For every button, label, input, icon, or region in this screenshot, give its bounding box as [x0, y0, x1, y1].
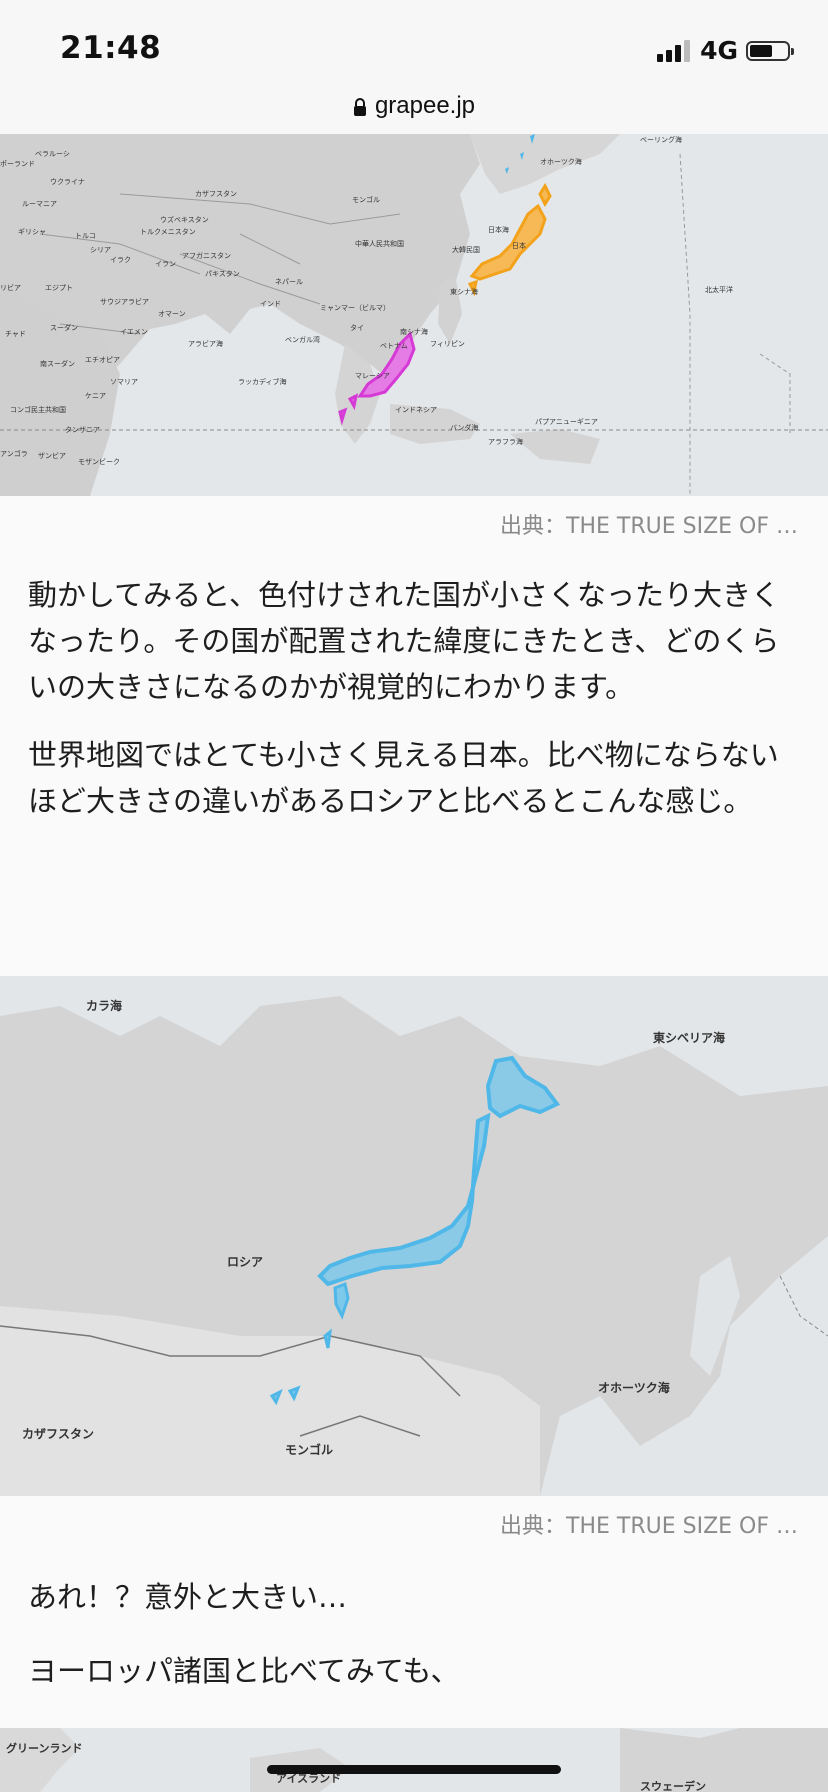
map1-label: チャド	[5, 330, 26, 338]
article-paragraph: あれ！？意外と大きい…	[28, 1580, 348, 1614]
map1-label: アフガニスタン	[182, 251, 231, 260]
map1-label: タイ	[350, 323, 364, 332]
map-image-russia: カラ海 東シベリア海 ロシア オホーツク海 カザフスタン モンゴル	[0, 976, 828, 1496]
map1-label: エジプト	[45, 284, 73, 292]
map1-label: ケニア	[85, 392, 106, 400]
map-image-europe: グリーンランド アイスランド スウェーデン	[0, 1728, 828, 1792]
map1-label: ポーランド	[0, 160, 35, 168]
russia-map-svg: カラ海 東シベリア海 ロシア オホーツク海 カザフスタン モンゴル	[0, 976, 828, 1496]
map1-label: マレーシア	[355, 372, 390, 380]
map1-label: ウズベキスタン	[160, 215, 209, 224]
map1-label: ザンビア	[38, 451, 66, 460]
map1-label: タンザニア	[65, 425, 100, 434]
map1-label: ベンガル湾	[285, 335, 320, 344]
image-credit-row: 出典：THE TRUE SIZE OF …	[0, 1496, 828, 1552]
network-type: 4G	[700, 36, 738, 65]
map1-label: ベーリング海	[640, 135, 682, 144]
map1-label: 中華人民共和国	[355, 239, 404, 248]
map1-label: パプアニューギニア	[535, 418, 598, 426]
map2-label: ロシア	[227, 1255, 263, 1269]
map1-label: フィリピン	[430, 340, 465, 348]
map2-label: 東シベリア海	[653, 1030, 725, 1045]
map1-label: オホーツク海	[540, 157, 582, 166]
map1-label: 大韓民国	[452, 245, 480, 254]
map1-label: インドネシア	[395, 406, 437, 414]
asia-map-svg: ベラルーシ ポーランド ウクライナ カザフスタン モンゴル ルーマニア ウズベキ…	[0, 134, 828, 496]
address-bar[interactable]: grapee.jp	[0, 78, 828, 135]
map1-label: ベトナム	[380, 342, 408, 350]
map1-label: 南シナ海	[400, 327, 428, 336]
map1-label: ウクライナ	[50, 178, 85, 186]
home-indicator[interactable]	[267, 1765, 561, 1774]
map1-label: コンゴ民主共和国	[10, 405, 66, 414]
image-credit[interactable]: 出典：THE TRUE SIZE OF …	[500, 1508, 798, 1540]
europe-map-svg: グリーンランド アイスランド スウェーデン	[0, 1728, 828, 1792]
image-credit[interactable]: 出典：THE TRUE SIZE OF …	[500, 508, 798, 540]
article-body: あれ！？意外と大きい… ヨーロッパ諸国と比べてみても、	[0, 1552, 828, 1728]
map1-label: ギリシャ	[18, 228, 46, 236]
map1-label: エチオピア	[85, 356, 120, 364]
map1-label: 北太平洋	[705, 285, 733, 294]
article-body: 動かしてみると、色付けされた国が小さくなったり大きくなったり。その国が配置された…	[0, 552, 828, 976]
clock: 21:48	[60, 30, 162, 66]
map1-label: リビア	[0, 283, 21, 292]
map1-label: 東シナ海	[450, 287, 478, 296]
map1-label: バンダ海	[450, 423, 478, 432]
image-credit-row: 出典：THE TRUE SIZE OF …	[0, 496, 828, 552]
map2-label: カラ海	[86, 998, 122, 1013]
map1-label: イエメン	[120, 328, 148, 336]
map1-label: アラフラ海	[488, 437, 523, 446]
article-paragraph: 動かしてみると、色付けされた国が小さくなったり大きくなったり。その国が配置された…	[28, 578, 780, 704]
map1-label: スーダン	[50, 323, 78, 332]
map1-label: ミャンマー（ビルマ）	[320, 303, 390, 312]
status-icons: 4G	[657, 36, 794, 65]
map1-label: アラビア海	[188, 339, 223, 348]
url-text: grapee.jp	[374, 92, 476, 119]
map1-label: イラク	[110, 256, 131, 264]
map1-label: トルクメニスタン	[140, 227, 196, 236]
lock-icon	[353, 98, 366, 116]
map1-label: 日本	[512, 241, 526, 250]
map3-label: スウェーデン	[640, 1779, 706, 1792]
map1-label: ソマリア	[110, 378, 138, 386]
map1-label: 南スーダン	[40, 359, 75, 368]
map3-label: グリーンランド	[6, 1741, 82, 1755]
map1-label: パキスタン	[205, 269, 240, 278]
map1-label: 日本海	[488, 225, 509, 234]
map1-label: サウジアラビア	[100, 297, 149, 306]
map2-label: モンゴル	[285, 1442, 333, 1457]
map1-label: モンゴル	[352, 195, 380, 204]
map2-label: カザフスタン	[22, 1427, 94, 1441]
map1-label: トルコ	[75, 232, 96, 240]
map1-label: ネパール	[275, 278, 303, 286]
article-paragraph: ヨーロッパ諸国と比べてみても、	[28, 1654, 460, 1688]
map1-label: イラン	[155, 260, 176, 268]
map1-label: シリア	[90, 246, 111, 254]
map1-label: ラッカディブ海	[238, 377, 287, 386]
battery-icon	[746, 40, 794, 61]
map1-label: インド	[260, 300, 281, 308]
map-image-asia: ベラルーシ ポーランド ウクライナ カザフスタン モンゴル ルーマニア ウズベキ…	[0, 134, 828, 496]
status-bar: 21:48 4G	[0, 0, 828, 80]
map1-label: ルーマニア	[22, 200, 57, 208]
map1-label: ベラルーシ	[35, 150, 70, 158]
map1-label: アンゴラ	[0, 449, 28, 458]
signal-icon	[657, 39, 691, 62]
map1-label: モザンビーク	[78, 457, 120, 466]
map1-label: カザフスタン	[195, 189, 237, 198]
map2-label: オホーツク海	[598, 1380, 670, 1395]
article-paragraph: 世界地図ではとても小さく見える日本。比べ物にならないほど大きさの違いがあるロシア…	[28, 738, 779, 818]
map1-label: オマーン	[158, 310, 186, 318]
